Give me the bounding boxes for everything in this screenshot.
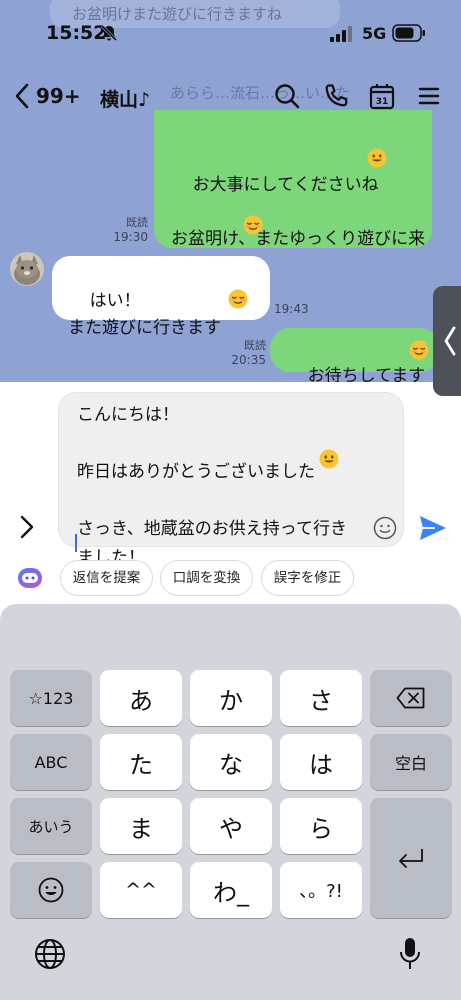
keyboard: ☆123 あ か さ ABC た な は 空白 あいう ま や ら ^^ わ_ … [0, 604, 461, 1000]
key-punctuation[interactable]: 、。?! [280, 862, 362, 918]
key-numbers[interactable]: ☆123 [10, 670, 92, 726]
key-kaomoji[interactable]: ^^ [100, 862, 182, 918]
message-text: はい！ また遊びに行きます [68, 291, 221, 338]
backspace-icon [396, 687, 425, 709]
backspace-key[interactable] [370, 670, 452, 726]
message-bubble-incoming[interactable]: はい！ また遊びに行きます [52, 256, 270, 338]
relieved-emoji-icon [228, 289, 248, 309]
read-label: 既読 [244, 339, 266, 352]
status-bar: 15:52 5G [0, 0, 461, 66]
status-time: 15:52 [46, 22, 107, 44]
message-time: 20:35 [231, 353, 266, 367]
calendar-icon[interactable]: 31 [368, 82, 396, 110]
phone-icon[interactable] [322, 82, 350, 110]
emoji-icon [38, 877, 64, 903]
ai-assistant-icon[interactable] [17, 565, 43, 591]
emoji-icon[interactable] [373, 516, 397, 540]
side-panel-tab[interactable] [433, 286, 461, 396]
smile-emoji-icon [319, 449, 339, 469]
key-kana-mode[interactable]: あいう [10, 798, 92, 854]
battery-icon [392, 24, 425, 42]
relieved-emoji-icon [243, 215, 263, 235]
emoji-key[interactable] [10, 862, 92, 918]
return-key[interactable] [370, 798, 452, 918]
expand-chevron-icon[interactable] [18, 514, 36, 540]
read-label: 既読 [126, 216, 148, 229]
key-ra[interactable]: ら [280, 798, 362, 854]
message-text: お待ちしてます [307, 366, 426, 382]
key-abc[interactable]: ABC [10, 734, 92, 790]
message-time: 19:30 [113, 230, 148, 244]
message-input-text[interactable]: こんにちは！ 昨日はありがとうございました さっき、地蔵盆のお供え持って行き ま… [77, 401, 347, 572]
chat-area: お盆明けまた遊びに行きますね あらら…流石…っ…い…た 15:52 5G 99+ [0, 0, 461, 382]
back-chevron-icon [15, 83, 29, 109]
message-meta: 既読 20:35 [222, 338, 266, 368]
key-ma[interactable]: ま [100, 798, 182, 854]
message-input[interactable]: こんにちは！ 昨日はありがとうございました さっき、地蔵盆のお供え持って行き ま… [58, 392, 404, 568]
avatar[interactable] [10, 252, 44, 286]
calendar-day: 31 [376, 97, 389, 107]
suggest-reply-chip[interactable]: 返信を提案 [60, 560, 153, 596]
signal-icon [330, 26, 352, 42]
message-bubble-outgoing[interactable]: お待ちしてます [270, 328, 440, 382]
chat-title: 横山♪ [100, 89, 151, 111]
key-a[interactable]: あ [100, 670, 182, 726]
message-meta: 既読 19:30 [104, 215, 148, 245]
search-icon[interactable] [273, 82, 301, 110]
key-na[interactable]: な [190, 734, 272, 790]
message-time: 19:43 [274, 302, 309, 316]
space-key[interactable]: 空白 [370, 734, 452, 790]
network-label: 5G [362, 24, 387, 43]
fix-typo-chip[interactable]: 誤字を修正 [261, 560, 354, 596]
key-ta[interactable]: た [100, 734, 182, 790]
unread-count: 99+ [36, 84, 81, 108]
return-icon [399, 849, 423, 868]
back-button[interactable]: 99+ [14, 82, 81, 110]
silent-bell-icon [100, 24, 118, 42]
menu-icon[interactable] [416, 82, 444, 110]
change-tone-chip[interactable]: 口調を変換 [160, 560, 253, 596]
cat-avatar-icon [10, 252, 44, 286]
smile-emoji-icon [367, 148, 387, 168]
key-wa[interactable]: わ_ [190, 862, 272, 918]
text-caret [75, 534, 77, 552]
send-icon[interactable] [418, 513, 448, 543]
message-bubble-outgoing[interactable]: お大事にしてくださいね お盆明け、またゆっくり遊びに来 て下さい [154, 110, 432, 276]
globe-icon[interactable] [34, 938, 66, 970]
key-sa[interactable]: さ [280, 670, 362, 726]
relieved-emoji-icon [409, 340, 429, 360]
microphone-icon[interactable] [398, 936, 422, 972]
key-ha[interactable]: は [280, 734, 362, 790]
key-ka[interactable]: か [190, 670, 272, 726]
side-chevron-icon [444, 326, 456, 356]
key-ya[interactable]: や [190, 798, 272, 854]
